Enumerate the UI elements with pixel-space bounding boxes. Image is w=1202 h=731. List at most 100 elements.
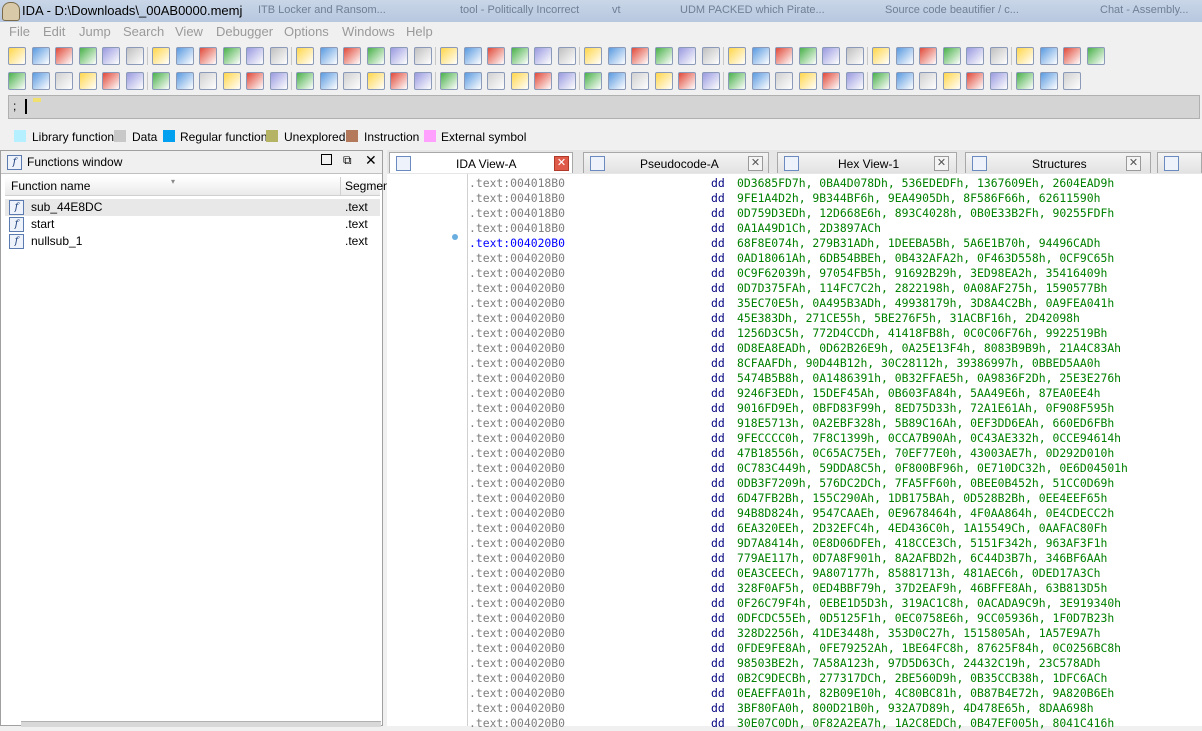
export3-icon[interactable] [728,47,746,65]
code-address[interactable]: .text:004020B0 [469,341,711,356]
tools2-icon[interactable] [366,72,385,90]
code-values[interactable]: 6EA320EEh, 2D32EFC4h, 4ED436C0h, 1A15549… [737,521,1107,535]
code-icon[interactable] [246,72,264,90]
code-address[interactable]: .text:004020B0 [469,686,711,701]
edit-icon[interactable] [798,47,817,65]
code-values[interactable]: 0EAEFFA01h, 82B09E10h, 4C80BC81h, 0B87B4… [737,686,1114,700]
gray8-icon[interactable] [751,72,770,90]
code-address[interactable]: .text:004020B0 [469,416,711,431]
f-green-icon[interactable] [631,72,649,90]
menu-edit[interactable]: Edit [43,24,65,39]
window2-icon[interactable] [440,47,458,65]
panel5-icon[interactable] [989,47,1008,65]
f-icon[interactable] [584,72,602,90]
code-line[interactable]: .text:004020B0 dd 98503BE2h, 7A58A123h, 97… [469,656,1202,671]
code-values[interactable]: 0D8EA8EADh, 0D62B26E9h, 0A25E13F4h, 8083… [737,341,1121,355]
command-bar[interactable]: ; [8,95,1200,119]
tools1-icon[interactable] [343,72,361,90]
list1-icon[interactable] [487,47,505,65]
code-address[interactable]: .text:004020B0 [469,446,711,461]
code-address[interactable]: .text:004020B0 [469,551,711,566]
code-values[interactable]: 0DFCDC55Eh, 0D5125F1h, 0EC0758E6h, 9CC05… [737,611,1114,625]
code-address[interactable]: .text:004020B0 [469,386,711,401]
code-values[interactable]: 68F8E074h, 279B31ADh, 1DEEBA5Bh, 5A6E1B7… [737,236,1100,250]
code-address[interactable]: .text:004018B0 [469,221,711,236]
panel2-icon[interactable] [919,47,937,65]
column-divider[interactable] [340,177,341,195]
code-values[interactable]: 3BF80FA0h, 800D21B0h, 932A7D89h, 4D478E6… [737,701,1094,715]
gray7-icon[interactable] [728,72,746,90]
code-line[interactable]: .text:004020B0 dd 6D47FB2Bh, 155C290Ah, 1D… [469,491,1202,506]
code-values[interactable]: 0C9F62039h, 97054FB5h, 91692B29h, 3ED98E… [737,266,1107,280]
search-icon[interactable] [557,47,576,65]
code-address[interactable]: .text:004020B0 [469,596,711,611]
code-line[interactable]: .text:004018B0 dd 0A1A49D1Ch, 2D3897ACh [469,221,1202,236]
cross-icon[interactable] [390,47,408,65]
tools4-icon[interactable] [413,72,432,90]
code-line[interactable]: .text:004020B0 dd 9246F3EDh, 15DEF45Ah, 0B… [469,386,1202,401]
code-values[interactable]: 35EC70E5h, 0A495B3ADh, 49938179h, 3D8A4C… [737,296,1114,310]
add-a-icon[interactable] [31,72,50,90]
code-values[interactable]: 6D47FB2Bh, 155C290Ah, 1DB175BAh, 0D528B2… [737,491,1107,505]
code-values[interactable]: 0D759D3EDh, 12D668E6h, 893C4028h, 0B0E33… [737,206,1114,220]
code-values[interactable]: 1256D3C5h, 772D4CCDh, 41418FB8h, 0C0C06F… [737,326,1107,340]
code-line[interactable]: .text:004020B0 dd 0D7D375FAh, 114FC7C2h, 2… [469,281,1202,296]
menu-search[interactable]: Search [123,24,164,39]
mark-icon[interactable] [269,47,288,65]
gray10-icon[interactable] [798,72,817,90]
function-row[interactable]: f sub_44E8DC .text [5,199,380,216]
code-values[interactable]: 5474B5B8h, 0A1486391h, 0B32FFAE5h, 0A983… [737,371,1121,385]
gray12-icon[interactable] [845,72,864,90]
code-address[interactable]: .text:004020B0 [469,641,711,656]
data-dropdown-icon[interactable] [319,72,338,90]
add-d-icon[interactable] [102,72,120,90]
code-line[interactable]: .text:004020B0 dd 0D8EA8EADh, 0D62B26E9h, … [469,341,1202,356]
code-line[interactable]: .text:004020B0 dd 0B2C9DECBh, 277317DCh, 2… [469,671,1202,686]
code-values[interactable]: 9FECCCC0h, 7F8C1399h, 0CCA7B90Ah, 0C43AE… [737,431,1121,445]
arrow-down-icon[interactable] [246,47,264,65]
code-values[interactable]: 98503BE2h, 7A58A123h, 97D5D63Ch, 24432C1… [737,656,1100,670]
code-line[interactable]: .text:004020B0 dd 918E5713h, 0A2EBF328h, 5… [469,416,1202,431]
binoculars-icon[interactable] [152,47,170,65]
code-values[interactable]: 9016FD9Eh, 0BFD83F99h, 8ED75D33h, 72A1E6… [737,401,1114,415]
code-values[interactable]: 94B8D824h, 9547CAAEh, 0E9678464h, 4F0AA8… [737,506,1114,520]
add-b-icon[interactable] [55,72,73,90]
gray4-icon[interactable] [654,72,673,90]
code-dropdown-icon[interactable] [269,72,288,90]
column-segment[interactable]: Segmen [345,179,390,193]
gray9-icon[interactable] [775,72,793,90]
code-line[interactable]: .text:004020B0 dd 328D2256h, 41DE3448h, 35… [469,626,1202,641]
code-line[interactable]: .text:004020B0 dd 1256D3C5h, 772D4CCDh, 41… [469,326,1202,341]
hier3-icon[interactable] [1039,72,1058,90]
code-values[interactable]: 47B18556h, 0C65AC75Eh, 70EF77E0h, 43003A… [737,446,1114,460]
code-address[interactable]: .text:004020B0 [469,626,711,641]
edit-func-icon[interactable] [125,72,144,90]
code-address[interactable]: .text:004020B0 [469,326,711,341]
maximize-icon[interactable] [321,154,332,165]
code-address[interactable]: .text:004020B0 [469,356,711,371]
code-values[interactable]: 8CFAAFDh, 90D44B12h, 30C28112h, 39386997… [737,356,1100,370]
print-icon[interactable] [607,47,626,65]
code-values[interactable]: 779AE117h, 0D7A8F901h, 8A2AFBD2h, 6C44D3… [737,551,1107,565]
code-address[interactable]: .text:004020B0 [469,431,711,446]
menu-jump[interactable]: Jump [79,24,111,39]
tab-pseudocode[interactable]: Pseudocode-A ✕ [583,152,769,173]
menu-help[interactable]: Help [406,24,433,39]
text-a-icon[interactable] [845,47,864,65]
code-values[interactable]: 0B2C9DECBh, 277317DCh, 2BE560D9h, 0B35CC… [737,671,1107,685]
code-values[interactable]: 0AD18061Ah, 6DB54BBEh, 0B432AFA2h, 0F463… [737,251,1114,265]
code-address[interactable]: .text:004020B0 [469,266,711,281]
pause-icon[interactable] [1063,47,1081,65]
note-icon[interactable] [895,72,914,90]
close-icon[interactable]: ✕ [934,156,949,171]
code-line[interactable]: .text:004020B0 dd 0F26C79F4h, 0EBE1D5D3h, … [469,596,1202,611]
code-values[interactable]: 9D7A8414h, 0E8D06DFEh, 418CCE3Ch, 5151F3… [737,536,1107,550]
graph-icon[interactable] [584,47,602,65]
hier4-icon[interactable] [1063,72,1081,90]
import-icon[interactable] [557,72,576,90]
code-line[interactable]: .text:004020B0 dd 328F0AF5h, 0ED4BBF79h, 3… [469,581,1202,596]
code-address[interactable]: .text:004018B0 [469,191,711,206]
tab-more[interactable] [1157,152,1202,173]
list2-icon[interactable] [510,47,529,65]
code-values[interactable]: 0A1A49D1Ch, 2D3897ACh [737,221,881,235]
